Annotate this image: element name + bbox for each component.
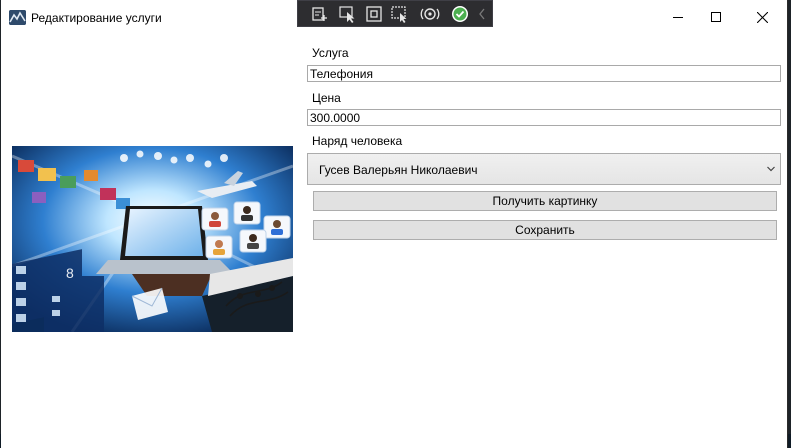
price-input[interactable] [307, 109, 781, 126]
select-element-icon[interactable] [338, 5, 358, 23]
price-label: Цена [312, 91, 341, 105]
collapse-chevron-icon[interactable] [476, 5, 488, 23]
close-icon [757, 12, 768, 23]
display-layout-adorners-icon[interactable] [364, 5, 384, 23]
window-title: Редактирование услуги [31, 11, 162, 25]
minimize-icon [673, 17, 683, 18]
binding-ok-icon[interactable] [450, 5, 470, 23]
live-visual-tree-icon[interactable] [310, 5, 330, 23]
edit-service-window: Редактирование услуги 8 Услуга Телефония… [1, 0, 788, 448]
track-focused-element-icon[interactable] [390, 5, 410, 23]
crew-selected-value: Гусев Валерьян Николаевич [319, 163, 478, 177]
get-picture-button[interactable]: Получить картинку [313, 191, 777, 211]
crew-select[interactable]: Гусев Валерьян Николаевич [307, 153, 781, 185]
crew-label: Наряд человека [312, 134, 403, 148]
service-label: Услуга [312, 46, 349, 60]
maximize-icon [711, 12, 721, 22]
hot-reload-icon[interactable] [420, 5, 440, 23]
service-name-input[interactable] [307, 65, 781, 82]
close-button[interactable] [739, 0, 785, 34]
svg-text:8: 8 [66, 265, 74, 281]
save-button[interactable]: Сохранить [313, 220, 777, 240]
maximize-button[interactable] [693, 0, 739, 34]
service-picture: 8 [12, 146, 293, 332]
xaml-debug-toolbar [297, 0, 493, 27]
chevron-down-icon [767, 166, 775, 172]
app-icon [9, 10, 26, 25]
